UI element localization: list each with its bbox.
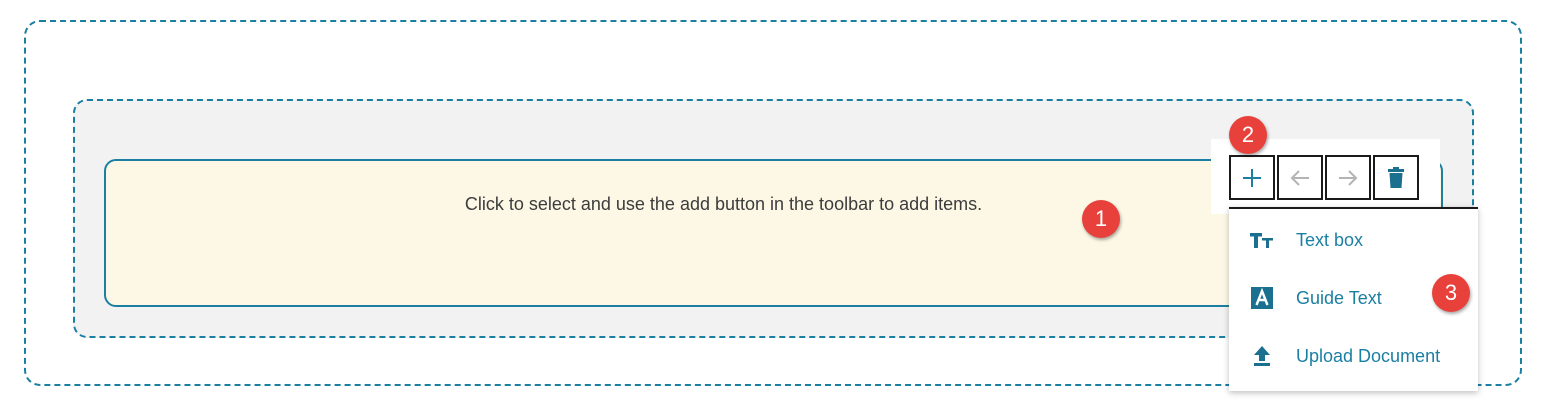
move-left-button[interactable] <box>1277 155 1323 200</box>
add-button[interactable] <box>1229 155 1275 200</box>
callout-badge-3: 3 <box>1432 274 1470 312</box>
delete-button[interactable] <box>1373 155 1419 200</box>
letter-a-icon <box>1249 285 1275 311</box>
plus-icon <box>1241 167 1263 189</box>
arrow-left-icon <box>1288 168 1312 188</box>
arrow-right-icon <box>1336 168 1360 188</box>
trash-icon <box>1387 166 1405 189</box>
upload-icon <box>1249 343 1275 369</box>
text-size-icon <box>1249 227 1275 253</box>
callout-badge-1: 1 <box>1082 200 1120 238</box>
callout-badge-2: 2 <box>1229 116 1267 154</box>
menu-item-text-box[interactable]: Text box <box>1229 220 1478 260</box>
move-right-button[interactable] <box>1325 155 1371 200</box>
menu-item-label: Text box <box>1296 229 1364 250</box>
menu-item-upload-document[interactable]: Upload Document <box>1229 336 1478 376</box>
menu-item-label: Upload Document <box>1296 345 1441 366</box>
menu-item-label: Guide Text <box>1296 287 1382 308</box>
